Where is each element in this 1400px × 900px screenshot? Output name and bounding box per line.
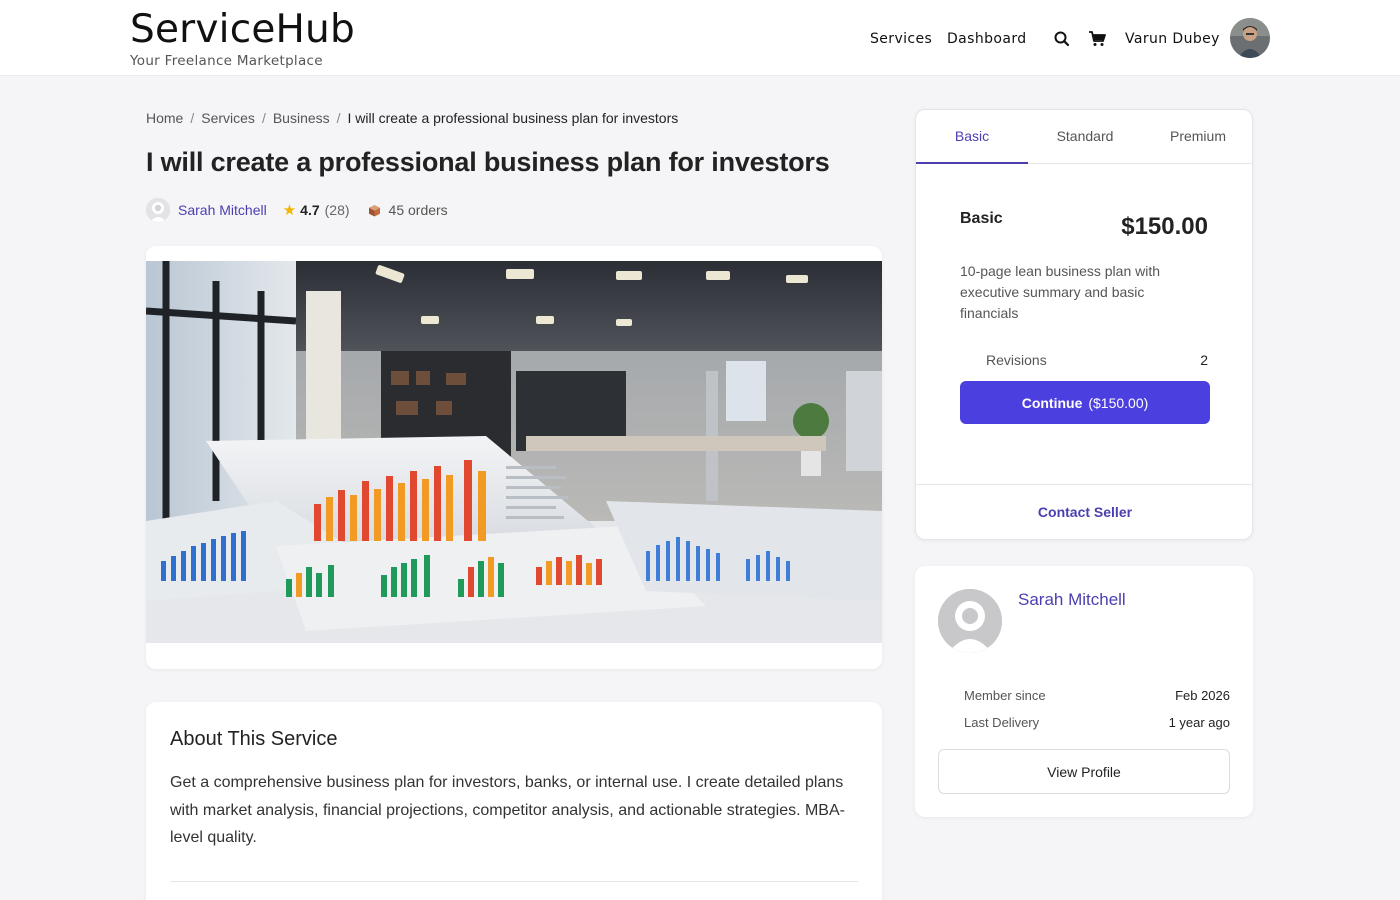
tab-standard[interactable]: Standard (1029, 110, 1141, 164)
seller-link[interactable]: Sarah Mitchell (178, 202, 267, 218)
seller-avatar-small (146, 198, 170, 222)
divider (916, 484, 1252, 485)
member-since-value: Feb 2026 (1175, 688, 1230, 703)
breadcrumb-services[interactable]: Services (201, 110, 255, 126)
about-title: About This Service (170, 728, 338, 750)
revisions-label: Revisions (986, 352, 1047, 368)
nav-dashboard[interactable]: Dashboard (947, 28, 1027, 50)
tab-premium[interactable]: Premium (1142, 110, 1252, 164)
site-header: ServiceHub Your Freelance Marketplace Se… (0, 0, 1400, 76)
box-icon (368, 204, 381, 217)
package-card: Basic Standard Premium Basic $150.00 10-… (915, 109, 1253, 540)
continue-price: ($150.00) (1088, 394, 1149, 411)
last-delivery-label: Last Delivery (964, 715, 1040, 730)
user-avatar[interactable] (1230, 18, 1270, 58)
member-since-label: Member since (964, 688, 1046, 703)
brand-name[interactable]: ServiceHub (130, 8, 355, 52)
brand[interactable]: ServiceHub Your Freelance Marketplace (130, 8, 355, 70)
service-image-card (146, 246, 882, 669)
breadcrumb-home[interactable]: Home (146, 110, 183, 126)
nav-services[interactable]: Services (870, 28, 932, 50)
package-price: $150.00 (1121, 213, 1208, 240)
breadcrumb-separator: / (261, 110, 266, 126)
package-tabs: Basic Standard Premium (916, 110, 1252, 164)
seller-avatar[interactable] (938, 589, 1002, 653)
brand-tagline: Your Freelance Marketplace (130, 53, 323, 69)
breadcrumb-business[interactable]: Business (273, 110, 330, 126)
divider (170, 881, 858, 882)
package-description: 10-page lean business plan with executiv… (960, 263, 1161, 321)
star-icon: ★ (282, 202, 297, 219)
seller-card: Sarah Mitchell Member since Feb 2026 Las… (915, 566, 1253, 817)
order-count: 45 orders (388, 202, 448, 218)
breadcrumb-separator: / (336, 110, 341, 126)
review-count: (28) (324, 202, 350, 218)
service-meta: Sarah Mitchell ★ 4.7 (28) 45 orders (146, 198, 448, 222)
cart-icon[interactable] (1087, 29, 1107, 49)
user-name[interactable]: Varun Dubey (1125, 28, 1220, 50)
tab-basic[interactable]: Basic (916, 110, 1028, 164)
revisions-value: 2 (1200, 352, 1208, 368)
continue-label: Continue (1021, 394, 1083, 411)
breadcrumb: Home / Services / Business / I will create a p… (146, 110, 678, 126)
page-title: I will create a professional business pl… (146, 147, 830, 177)
continue-button[interactable]: Continue ($150.00) (960, 381, 1210, 424)
breadcrumb-current: I will create a professional business pl… (347, 110, 679, 126)
breadcrumb-separator: / (190, 110, 195, 126)
service-image (146, 261, 882, 643)
about-text: Get a comprehensive business plan for in… (170, 774, 845, 846)
seller-name[interactable]: Sarah Mitchell (1018, 590, 1126, 610)
rating-value: 4.7 (300, 202, 320, 218)
package-name: Basic (960, 210, 1003, 227)
about-card: About This Service Get a comprehensive b… (146, 702, 882, 900)
last-delivery-value: 1 year ago (1168, 715, 1230, 730)
view-profile-button[interactable]: View Profile (938, 749, 1230, 794)
contact-seller-button[interactable]: Contact Seller (916, 504, 1252, 520)
search-icon[interactable] (1052, 29, 1072, 49)
